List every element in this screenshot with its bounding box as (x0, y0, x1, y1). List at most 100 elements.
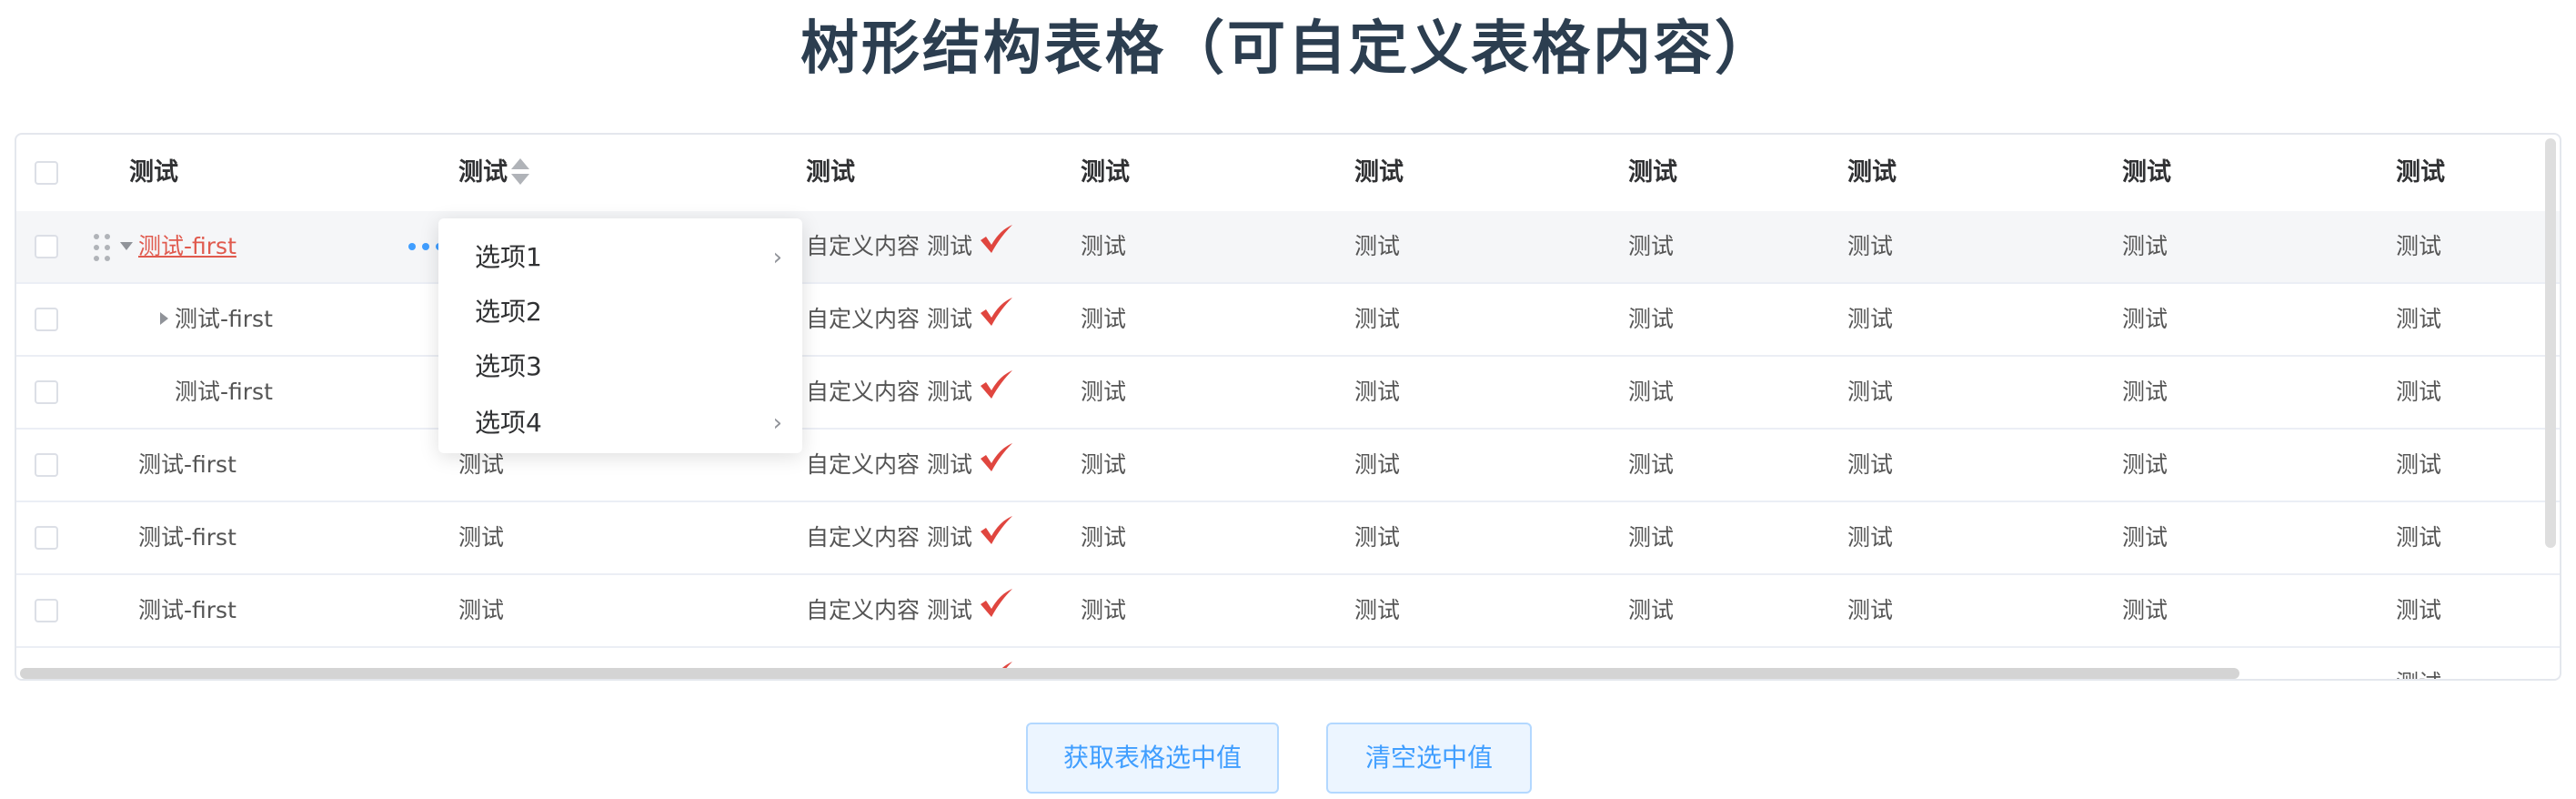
chevron-right-icon: › (772, 244, 782, 271)
row-cell: 测试 (2396, 379, 2442, 405)
menu-item-option-1[interactable]: 选项1 › (475, 231, 784, 284)
select-all-checkbox[interactable] (35, 161, 58, 185)
row-cell: 测试 (1354, 597, 1401, 623)
row-checkbox[interactable] (35, 599, 58, 622)
custom-content-text: 自定义内容 测试 (806, 597, 972, 623)
menu-item-option-4[interactable]: 选项4 › (475, 397, 784, 450)
row-cell: 测试 (1081, 379, 1127, 405)
row-cell: 测试 (1628, 379, 1675, 405)
table-row[interactable]: 测试-first 自定义内容 测试 测试 测试 测试 测试 测试 测试 (16, 211, 2560, 284)
custom-content-text: 自定义内容 测试 (806, 379, 972, 405)
context-menu: 选项1 › 选项2 选项3 选项4 › (438, 218, 802, 453)
custom-content-cell: 自定义内容 测试 (806, 502, 1014, 573)
drag-handle-icon[interactable] (93, 233, 111, 262)
row-cell: 测试 (2122, 306, 2168, 332)
custom-content-text: 自定义内容 测试 (806, 233, 972, 259)
row-cell: 测试 (2396, 306, 2442, 332)
row-cell: 测试 (1081, 597, 1127, 623)
header-col-7: 测试 (1847, 158, 1897, 187)
row-cell: 测试 (2122, 597, 2168, 623)
clear-selected-button[interactable]: 清空选中值 (1326, 723, 1532, 794)
row-cell: 测试 (1628, 451, 1675, 478)
table-row[interactable]: 测试-first 自定义内容 测试 测试 测试 测试 测试 测试 测试 (16, 284, 2560, 357)
row-name: 测试-first (138, 451, 236, 478)
table-header: 测试 测试 测试 测试 测试 测试 测试 测试 测试 (16, 135, 2560, 213)
row-cell: 测试 (1628, 306, 1675, 332)
row-cell: 测试 (2396, 648, 2441, 679)
custom-content-cell: 自定义内容 测试 (806, 430, 1014, 501)
row-cell: 测试 (2122, 233, 2168, 259)
header-col-2[interactable]: 测试 (458, 135, 531, 211)
row-cell: 测试 (1081, 451, 1127, 478)
row-checkbox[interactable] (35, 235, 58, 258)
row-col-2: 测试 (458, 524, 505, 551)
header-col-6: 测试 (1628, 158, 1677, 187)
get-selected-button[interactable]: 获取表格选中值 (1026, 723, 1279, 794)
row-cell: 测试 (1628, 597, 1675, 623)
row-cell: 测试 (1847, 597, 1894, 623)
row-cell: 测试 (1081, 524, 1127, 551)
row-cell: 测试 (1847, 524, 1894, 551)
row-cell: 测试 (1847, 451, 1894, 478)
row-name: 测试-first (175, 306, 273, 332)
check-icon (980, 589, 1012, 617)
row-cell: 测试 (1354, 233, 1401, 259)
expand-arrow-icon[interactable] (120, 242, 133, 250)
header-col-5: 测试 (1354, 158, 1404, 187)
row-cell: 测试 (2122, 451, 2168, 478)
tree-table: 测试 测试 测试 测试 测试 测试 测试 测试 测试 测试-first 自定义内容… (15, 133, 2561, 681)
custom-content-cell: 自定义内容 测试 (806, 357, 1014, 428)
header-col-3: 测试 (806, 158, 855, 187)
row-cell: 测试 (1847, 233, 1894, 259)
header-col-8: 测试 (2122, 158, 2171, 187)
row-col-2: 测试 (458, 597, 505, 623)
collapse-arrow-icon[interactable] (160, 312, 168, 325)
row-cell: 测试 (2396, 597, 2442, 623)
row-name[interactable]: 测试-first (138, 211, 236, 282)
row-cell: 测试 (1847, 306, 1894, 332)
check-icon (980, 516, 1012, 544)
check-icon (980, 443, 1012, 471)
custom-content-cell: 自定义内容 测试 (806, 211, 1014, 282)
menu-item-option-2[interactable]: 选项2 (475, 286, 784, 339)
table-row[interactable]: 测试-first 测试 自定义内容 测试 测试 测试 测试 测试 测试 测试 (16, 575, 2560, 648)
row-cell: 测试 (2396, 524, 2442, 551)
row-cell: 测试 (1847, 379, 1894, 405)
vertical-scrollbar[interactable] (2545, 138, 2556, 548)
row-checkbox[interactable] (35, 308, 58, 331)
row-cell: 测试 (1081, 233, 1127, 259)
header-col-2-label: 测试 (458, 158, 508, 187)
sort-icon[interactable] (509, 157, 531, 187)
header-col-1: 测试 (129, 158, 178, 187)
menu-item-option-3[interactable]: 选项3 (475, 340, 784, 393)
row-cell: 测试 (1354, 451, 1401, 478)
row-name: 测试-first (175, 379, 273, 405)
table-row[interactable]: 测试-first测试自定义内容 测试测试测试测试测试测试测试 (16, 502, 2560, 575)
menu-item-label: 选项2 (475, 297, 542, 327)
chevron-right-icon: › (772, 410, 782, 437)
custom-content-text: 自定义内容 测试 (806, 451, 972, 478)
custom-content-text: 自定义内容 测试 (806, 306, 972, 332)
table-row[interactable]: 测试-first测试自定义内容 测试测试测试测试测试测试测试 (16, 430, 2560, 502)
row-checkbox[interactable] (35, 380, 58, 404)
row-cell: 测试 (1354, 524, 1401, 551)
row-cell: 测试 (1081, 306, 1127, 332)
check-icon (980, 298, 1012, 326)
custom-content-cell: 自定义内容 测试 (806, 284, 1014, 355)
custom-content-text: 自定义内容 测试 (806, 524, 972, 551)
table-row[interactable]: 测试-first 自定义内容 测试 测试 测试 测试 测试 测试 测试 (16, 357, 2560, 430)
menu-item-label: 选项3 (475, 351, 542, 381)
row-cell: 测试 (2396, 233, 2442, 259)
horizontal-scrollbar[interactable] (20, 668, 2239, 679)
row-cell: 测试 (1354, 306, 1401, 332)
custom-content-cell: 自定义内容 测试 (806, 575, 1014, 646)
row-cell: 测试 (2122, 379, 2168, 405)
menu-item-label: 选项1 (475, 242, 542, 272)
check-icon (980, 370, 1012, 399)
row-name: 测试-first (138, 597, 236, 623)
row-checkbox[interactable] (35, 453, 58, 477)
check-icon (980, 225, 1012, 253)
row-cell: 测试 (1354, 379, 1401, 405)
header-col-9: 测试 (2396, 158, 2445, 187)
row-checkbox[interactable] (35, 526, 58, 550)
